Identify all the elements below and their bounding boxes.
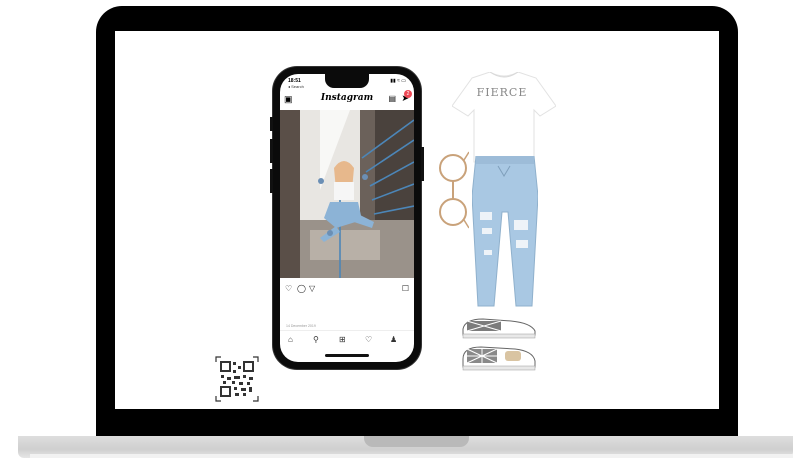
phone-volume-down-button [270, 169, 273, 193]
status-signal-icons: ▮▮ ≈ ▭ [390, 78, 406, 84]
laptop-screen: 18:51 ◂ Search ▮▮ ≈ ▭ ▣ Instagram ▤ ➤ 2 [115, 31, 719, 409]
product-ripped-jeans[interactable] [472, 156, 538, 308]
phone-screen: 18:51 ◂ Search ▮▮ ≈ ▭ ▣ Instagram ▤ ➤ 2 [280, 74, 414, 362]
notification-badge: 2 [404, 90, 412, 98]
product-shoe-left[interactable] [461, 315, 537, 339]
status-back-link[interactable]: ◂ Search [288, 84, 304, 89]
post-actions: ♡ ◯ ▽ ☐ [285, 284, 409, 294]
home-icon[interactable]: ⌂ [288, 335, 293, 344]
phone-power-button [421, 147, 424, 181]
heart-icon[interactable]: ♡ [285, 284, 292, 293]
post-photo[interactable] [280, 110, 414, 278]
status-bar: 18:51 ◂ Search ▮▮ ≈ ▭ [280, 76, 414, 89]
qr-code[interactable] [215, 356, 259, 402]
phone-mute-button [270, 117, 273, 131]
instagram-header: ▣ Instagram ▤ ➤ 2 [280, 90, 414, 108]
product-shoe-right[interactable] [461, 343, 537, 371]
tshirt-print-text: FIERCE [476, 86, 528, 99]
product-glasses[interactable] [439, 146, 469, 236]
comment-icon[interactable]: ◯ [297, 284, 306, 293]
igtv-icon[interactable]: ▤ [388, 94, 396, 103]
bookmark-icon[interactable]: ☐ [402, 284, 409, 293]
add-post-icon[interactable]: ⊞ [339, 335, 346, 344]
activity-icon[interactable]: ♡ [365, 335, 372, 344]
post-date: 14 December 2019 [286, 324, 316, 328]
home-indicator [325, 354, 369, 357]
phone-volume-up-button [270, 139, 273, 163]
laptop-base-shadow [30, 454, 793, 458]
search-icon[interactable]: ⚲ [313, 335, 319, 344]
bottom-tab-bar: ⌂ ⚲ ⊞ ♡ ♟ [280, 330, 414, 349]
phone-mockup: 18:51 ◂ Search ▮▮ ≈ ▭ ▣ Instagram ▤ ➤ 2 [270, 67, 424, 369]
profile-icon[interactable]: ♟ [390, 335, 397, 344]
laptop-opening-notch [364, 436, 469, 447]
share-icon[interactable]: ▽ [309, 284, 315, 293]
